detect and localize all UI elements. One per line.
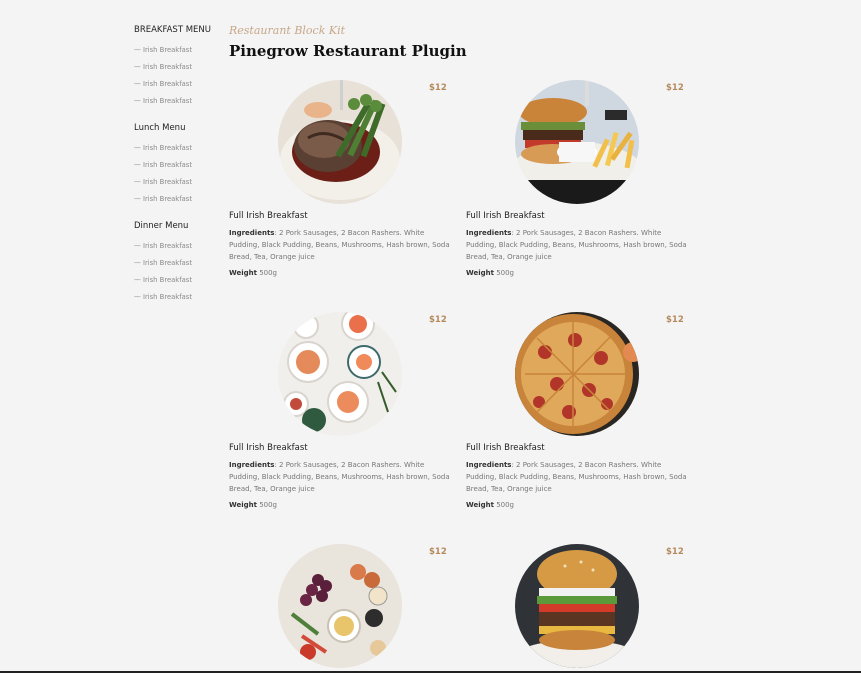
steak-icon (278, 80, 402, 204)
dish-card: $12 Full Irish Breakfast Ingredients: 2 … (466, 312, 696, 532)
menu-group-breakfast: BREAKFAST MENU — Irish Breakfast — Irish… (134, 24, 224, 110)
ingredients-label: Ingredients (229, 461, 275, 469)
burger-fries-icon (515, 80, 639, 204)
dish-name: Full Irish Breakfast (466, 443, 545, 453)
ingredients-label: Ingredients (466, 461, 512, 469)
menu-item[interactable]: — Irish Breakfast (134, 42, 224, 59)
menu-item[interactable]: — Irish Breakfast (134, 76, 224, 93)
dish-name: Full Irish Breakfast (466, 211, 545, 221)
dish-weight: Weight 500g (466, 499, 514, 511)
price-label: $12 (429, 83, 447, 93)
menu-item[interactable]: — Irish Breakfast (134, 191, 224, 208)
weight-value: 500g (493, 501, 514, 509)
sidebar-menu: BREAKFAST MENU — Irish Breakfast — Irish… (134, 24, 224, 306)
kit-label: Restaurant Block Kit (229, 24, 346, 37)
dish-card: $12 Full Irish Breakfast Ingredients: 2 … (229, 80, 459, 300)
dish-card: $12 (229, 544, 459, 671)
menu-item[interactable]: — Irish Breakfast (134, 272, 224, 289)
pizza-icon (515, 312, 639, 436)
menu-item[interactable]: — Irish Breakfast (134, 255, 224, 272)
dish-card: $12 (466, 544, 696, 671)
price-label: $12 (429, 315, 447, 325)
menu-item[interactable]: — Irish Breakfast (134, 59, 224, 76)
dish-weight: Weight 500g (229, 499, 277, 511)
dish-name: Full Irish Breakfast (229, 211, 308, 221)
menu-item[interactable]: — Irish Breakfast (134, 140, 224, 157)
menu-heading-lunch: Lunch Menu (134, 123, 186, 133)
platter-icon (278, 544, 402, 668)
price-label: $12 (429, 547, 447, 557)
dish-name: Full Irish Breakfast (229, 443, 308, 453)
price-label: $12 (666, 83, 684, 93)
dish-card: $12 Full Irish Breakfast Ingredients: 2 … (229, 312, 459, 532)
menu-item[interactable]: — Irish Breakfast (134, 289, 224, 306)
dish-ingredients: Ingredients: 2 Pork Sausages, 2 Bacon Ra… (466, 227, 694, 263)
price-label: $12 (666, 315, 684, 325)
weight-label: Weight (466, 501, 494, 509)
weight-value: 500g (256, 501, 277, 509)
ingredients-label: Ingredients (229, 229, 275, 237)
dish-ingredients: Ingredients: 2 Pork Sausages, 2 Bacon Ra… (466, 459, 694, 495)
menu-heading-dinner: Dinner Menu (134, 221, 189, 231)
menu-group-dinner: Dinner Menu — Irish Breakfast — Irish Br… (134, 220, 224, 306)
plates-table-icon (278, 312, 402, 436)
tall-burger-icon (515, 544, 639, 668)
weight-value: 500g (256, 269, 277, 277)
dish-weight: Weight 500g (229, 267, 277, 279)
page-title: Pinegrow Restaurant Plugin (229, 42, 467, 60)
dish-weight: Weight 500g (466, 267, 514, 279)
menu-item[interactable]: — Irish Breakfast (134, 157, 224, 174)
weight-label: Weight (229, 501, 257, 509)
weight-value: 500g (493, 269, 514, 277)
dish-card: $12 Full Irish Breakfast Ingredients: 2 … (466, 80, 696, 300)
menu-item[interactable]: — Irish Breakfast (134, 174, 224, 191)
dish-ingredients: Ingredients: 2 Pork Sausages, 2 Bacon Ra… (229, 227, 457, 263)
menu-group-lunch: Lunch Menu — Irish Breakfast — Irish Bre… (134, 122, 224, 208)
weight-label: Weight (466, 269, 494, 277)
menu-item[interactable]: — Irish Breakfast (134, 93, 224, 110)
ingredients-label: Ingredients (466, 229, 512, 237)
weight-label: Weight (229, 269, 257, 277)
dish-ingredients: Ingredients: 2 Pork Sausages, 2 Bacon Ra… (229, 459, 457, 495)
price-label: $12 (666, 547, 684, 557)
menu-item[interactable]: — Irish Breakfast (134, 238, 224, 255)
menu-heading-breakfast: BREAKFAST MENU (134, 25, 211, 35)
